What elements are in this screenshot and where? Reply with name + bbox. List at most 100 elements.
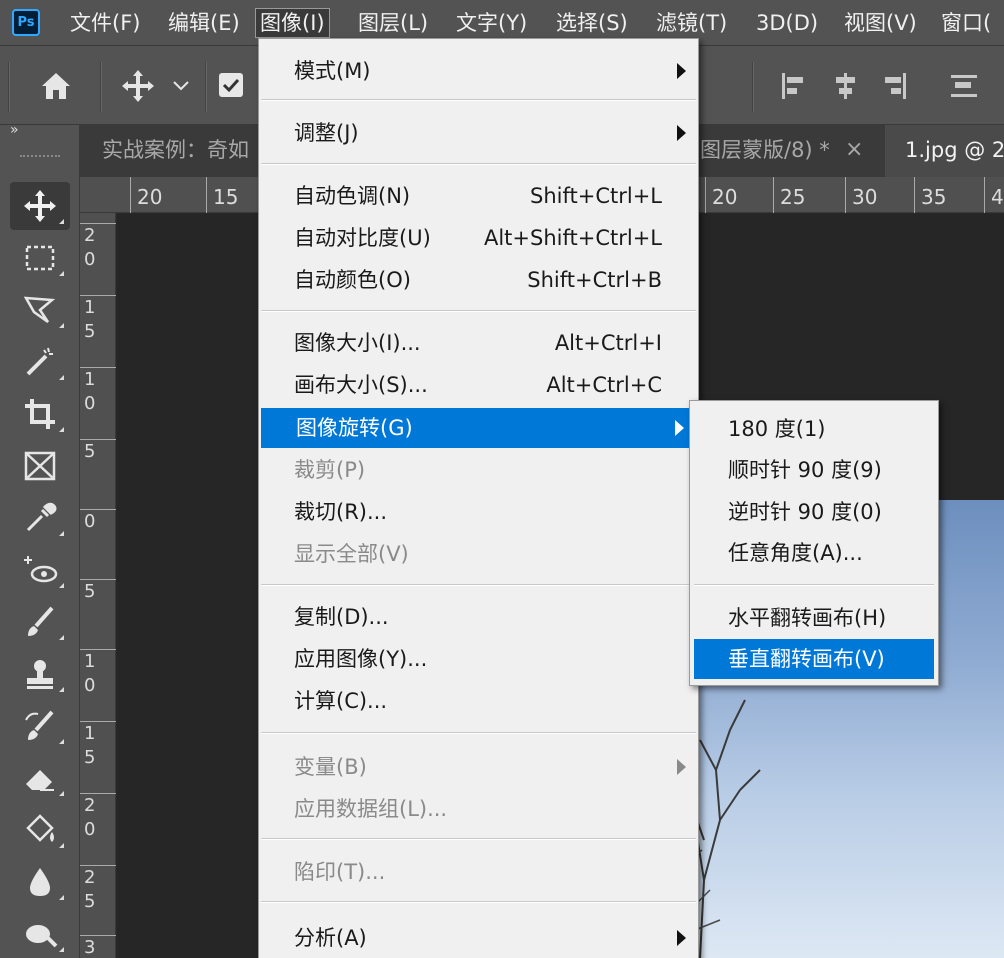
ruler-tick-label: 35 bbox=[914, 177, 946, 213]
menu-window[interactable]: 窗口( bbox=[937, 8, 995, 38]
menu-item-flip-canvas-vertical[interactable]: 垂直翻转画布(V) bbox=[694, 639, 934, 679]
dodge-icon bbox=[26, 925, 58, 948]
menu-item-apply-data-set[interactable]: 应用数据组(L)... bbox=[259, 789, 698, 829]
eraser-tool-button[interactable] bbox=[10, 754, 70, 802]
submenu-arrow-icon bbox=[677, 125, 686, 141]
ruler-tick-label: 20 bbox=[705, 177, 737, 213]
document-tab[interactable]: 图层蒙版/8) * bbox=[700, 125, 840, 177]
close-tab-icon[interactable]: × bbox=[845, 125, 863, 177]
marquee-tool-button[interactable] bbox=[10, 234, 70, 282]
history-brush-tool-button[interactable] bbox=[10, 702, 70, 750]
ruler-tick-label: 0 bbox=[80, 509, 116, 534]
ruler-tick-label: 3 bbox=[80, 935, 116, 958]
submenu-arrow-icon bbox=[677, 759, 686, 775]
menu-separator bbox=[261, 163, 696, 165]
menu-type[interactable]: 文字(Y) bbox=[452, 8, 531, 38]
vertical-ruler[interactable]: 20 15 10 5 0 5 10 15 20 25 3 bbox=[80, 213, 116, 958]
menu-item-rotate-90-cw[interactable]: 顺时针 90 度(9) bbox=[694, 450, 934, 490]
marquee-icon bbox=[25, 245, 55, 271]
submenu-arrow-icon bbox=[677, 930, 686, 946]
ruler-tick-label: 5 bbox=[80, 439, 116, 464]
options-bar-divider bbox=[205, 62, 207, 112]
ruler-tick-label: 10 bbox=[80, 649, 116, 698]
menu-separator bbox=[261, 901, 696, 903]
menu-item-duplicate[interactable]: 复制(D)... bbox=[259, 597, 698, 637]
crop-tool-button[interactable] bbox=[10, 390, 70, 438]
paint-bucket-icon bbox=[26, 814, 54, 842]
ruler-tick-label: 5 bbox=[80, 579, 116, 604]
document-tab-active[interactable]: 1.jpg @ 2 bbox=[885, 125, 1004, 177]
ruler-tick-label: 4 bbox=[984, 177, 1004, 213]
auto-select-checkbox[interactable] bbox=[219, 73, 243, 97]
collapse-panel-icon[interactable]: » bbox=[10, 122, 19, 138]
menu-select[interactable]: 选择(S) bbox=[552, 8, 632, 38]
image-rotation-submenu: 180 度(1) 顺时针 90 度(9) 逆时针 90 度(0) 任意角度(A)… bbox=[689, 400, 939, 686]
menu-3d[interactable]: 3D(D) bbox=[752, 8, 822, 38]
ruler-tick-label: 15 bbox=[80, 721, 116, 770]
menu-separator bbox=[261, 99, 696, 101]
frame-tool-button[interactable] bbox=[10, 442, 70, 490]
menu-item-trap[interactable]: 陷印(T)... bbox=[259, 852, 698, 892]
menu-item-calculations[interactable]: 计算(C)... bbox=[259, 681, 698, 721]
menu-filter[interactable]: 滤镜(T) bbox=[652, 8, 731, 38]
dodge-tool-button[interactable] bbox=[10, 910, 70, 958]
menu-item-flip-canvas-horizontal[interactable]: 水平翻转画布(H) bbox=[694, 598, 934, 638]
menu-item-image-rotation[interactable]: 图像旋转(G) bbox=[261, 408, 696, 448]
ruler-tick-label: 15 bbox=[206, 177, 238, 213]
healing-brush-tool-button[interactable] bbox=[10, 546, 70, 594]
menu-item-trim[interactable]: 裁切(R)... bbox=[259, 492, 698, 532]
home-icon[interactable] bbox=[38, 68, 74, 104]
brush-tool-button[interactable] bbox=[10, 598, 70, 646]
menu-image[interactable]: 图像(I) bbox=[255, 8, 330, 38]
menu-item-adjustments[interactable]: 调整(J) bbox=[259, 113, 698, 153]
document-tab[interactable]: 实战案例：奇如 bbox=[102, 125, 262, 177]
menu-item-arbitrary-rotation[interactable]: 任意角度(A)... bbox=[694, 533, 934, 573]
history-brush-icon bbox=[25, 710, 54, 740]
align-center-icon[interactable] bbox=[830, 70, 860, 102]
menu-item-mode[interactable]: 模式(M) bbox=[259, 51, 698, 91]
eraser-icon bbox=[26, 770, 54, 791]
paint-bucket-tool-button[interactable] bbox=[10, 806, 70, 854]
menu-item-rotate-180[interactable]: 180 度(1) bbox=[694, 409, 934, 449]
menu-item-reveal-all[interactable]: 显示全部(V) bbox=[259, 534, 698, 574]
menu-item-auto-color[interactable]: 自动颜色(O) Shift+Ctrl+B bbox=[259, 260, 698, 300]
ruler-tick-label: 30 bbox=[845, 177, 877, 213]
menu-view[interactable]: 视图(V) bbox=[840, 8, 921, 38]
align-left-icon[interactable] bbox=[778, 70, 808, 102]
menu-item-rotate-90-ccw[interactable]: 逆时针 90 度(0) bbox=[694, 492, 934, 532]
menu-edit[interactable]: 编辑(E) bbox=[164, 8, 244, 38]
options-bar-divider bbox=[8, 62, 10, 112]
submenu-arrow-icon bbox=[675, 420, 684, 436]
magic-wand-tool-button[interactable] bbox=[10, 338, 70, 386]
menu-separator bbox=[261, 310, 696, 312]
menu-separator bbox=[261, 584, 696, 586]
checkmark-icon bbox=[222, 78, 240, 93]
ruler-tick-label: 20 bbox=[130, 177, 162, 213]
photoshop-logo: Ps bbox=[12, 9, 40, 36]
menu-layer[interactable]: 图层(L) bbox=[354, 8, 432, 38]
menu-item-image-size[interactable]: 图像大小(I)... Alt+Ctrl+I bbox=[259, 323, 698, 363]
eyedropper-tool-button[interactable] bbox=[10, 494, 70, 542]
menu-file[interactable]: 文件(F) bbox=[66, 8, 144, 38]
move-tool-button[interactable] bbox=[10, 182, 70, 230]
spot-healing-icon bbox=[24, 556, 58, 583]
menu-item-apply-image[interactable]: 应用图像(Y)... bbox=[259, 639, 698, 679]
menu-item-crop[interactable]: 裁剪(P) bbox=[259, 450, 698, 490]
menu-item-analysis[interactable]: 分析(A) bbox=[259, 918, 698, 958]
lasso-tool-button[interactable] bbox=[10, 286, 70, 334]
menu-item-variables[interactable]: 变量(B) bbox=[259, 747, 698, 787]
ruler-tick-label: 25 bbox=[80, 865, 116, 914]
menu-item-canvas-size[interactable]: 画布大小(S)... Alt+Ctrl+C bbox=[259, 365, 698, 405]
move-tool-icon[interactable] bbox=[120, 68, 156, 104]
menu-item-auto-contrast[interactable]: 自动对比度(U) Alt+Shift+Ctrl+L bbox=[259, 218, 698, 258]
frame-icon bbox=[24, 451, 56, 481]
blur-tool-button[interactable] bbox=[10, 858, 70, 906]
chevron-down-icon[interactable] bbox=[172, 80, 190, 92]
align-right-icon[interactable] bbox=[880, 70, 910, 102]
panel-grip[interactable] bbox=[20, 155, 60, 159]
image-menu-dropdown: 模式(M) 调整(J) 自动色调(N) Shift+Ctrl+L 自动对比度(U)… bbox=[258, 38, 699, 958]
align-top-icon[interactable] bbox=[948, 70, 978, 102]
menu-item-auto-tone[interactable]: 自动色调(N) Shift+Ctrl+L bbox=[259, 176, 698, 216]
lasso-icon bbox=[23, 296, 56, 324]
clone-stamp-tool-button[interactable] bbox=[10, 650, 70, 698]
